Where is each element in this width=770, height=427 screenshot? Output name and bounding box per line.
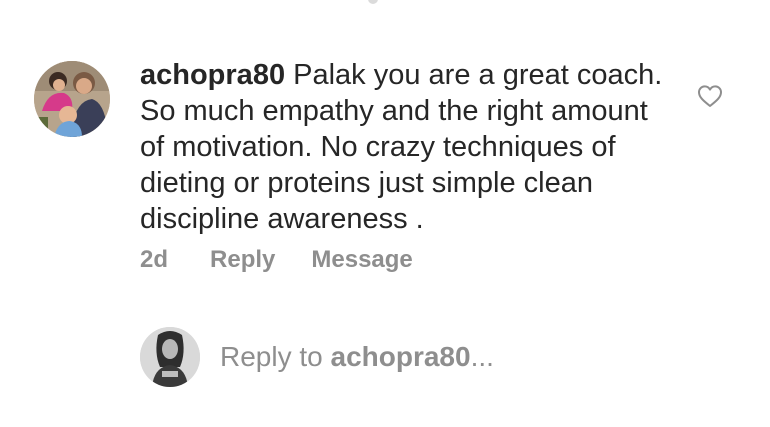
- comment-actions: 2d Reply Message: [140, 246, 413, 274]
- comment-username[interactable]: achopra80: [140, 59, 285, 91]
- comment-text-block: achopra80 Palak you are a great coach. S…: [140, 57, 680, 237]
- commenter-avatar[interactable]: [34, 61, 110, 137]
- comment-thread: achopra80 Palak you are a great coach. S…: [0, 0, 770, 427]
- reply-input[interactable]: Reply to achopra80...: [220, 341, 494, 373]
- reply-composer: Reply to achopra80...: [140, 327, 494, 387]
- reply-placeholder-prefix: Reply to: [220, 341, 331, 372]
- reply-placeholder-username: achopra80: [330, 341, 471, 372]
- comment-timestamp: 2d: [140, 246, 169, 273]
- reply-button[interactable]: Reply: [210, 246, 275, 274]
- scroll-indicator-dot: [368, 0, 378, 4]
- message-button[interactable]: Message: [311, 246, 412, 274]
- reply-placeholder-suffix: ...: [470, 341, 494, 372]
- heart-outline-icon[interactable]: [697, 84, 723, 108]
- current-user-avatar: [140, 327, 200, 387]
